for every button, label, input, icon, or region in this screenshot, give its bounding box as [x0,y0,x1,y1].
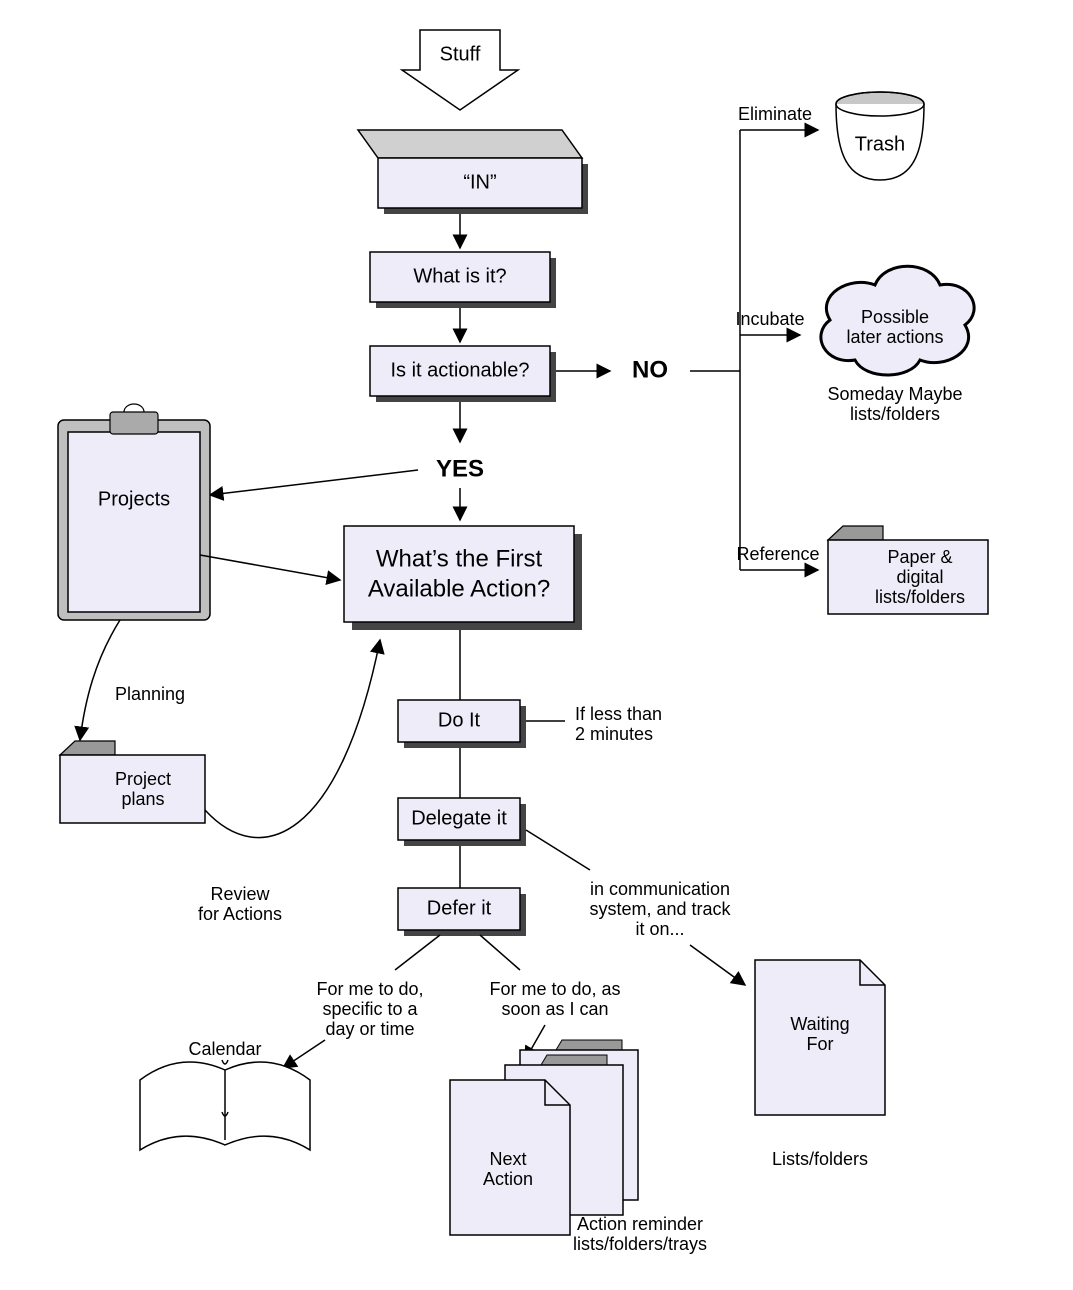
label-comm-l1: in communication [590,879,730,899]
node-first-action: What’s the First Available Action? [344,526,582,630]
label-someday-l2: lists/folders [850,404,940,424]
line-defer-right [480,935,520,970]
label-planning: Planning [115,684,185,704]
label-incubate: Incubate [735,309,804,329]
label-forme-asap-l1: For me to do, as [489,979,620,999]
arrow-yes-projects [210,470,418,495]
node-defer: Defer it [398,888,526,936]
label-review-l2: for Actions [198,904,282,924]
label-yes: YES [436,455,484,482]
label-no: NO [632,356,668,383]
node-do-it: Do It [398,700,526,748]
label-comm-l2: system, and track [589,899,731,919]
node-trash: Trash [836,92,924,180]
label-less2-l2: 2 minutes [575,724,653,744]
label-possible-l1: Possible [861,307,929,327]
label-paper-l3: lists/folders [875,587,965,607]
arrow-to-calendar [283,1040,325,1068]
label-forme-day-l1: For me to do, [316,979,423,999]
label-projects: Projects [98,488,170,510]
label-paper-l1: Paper & [887,547,952,567]
label-lists-folders: Lists/folders [772,1149,868,1169]
label-next-l2: Action [483,1169,533,1189]
arrow-review [205,640,380,838]
label-paper-l2: digital [896,567,943,587]
node-in: “IN” [358,130,588,214]
arrow-projects-first [200,555,340,580]
node-what-is-it: What is it? [370,252,556,308]
label-next-l1: Next [489,1149,526,1169]
label-waiting-l2: For [807,1034,834,1054]
label-plans-l1: Project [115,769,171,789]
label-waiting-l1: Waiting [790,1014,849,1034]
label-reminder-l1: Action reminder [577,1214,703,1234]
line-delegate-comm [526,830,590,870]
label-someday-l1: Someday Maybe [827,384,962,404]
label-in: “IN” [463,171,496,193]
label-reference: Reference [736,544,819,564]
label-defer: Defer it [427,897,492,919]
label-review-l1: Review [210,884,270,904]
label-eliminate: Eliminate [738,104,812,124]
node-next-action: Next Action [450,1040,638,1235]
node-waiting-for: Waiting For [755,960,885,1115]
label-first-l1: What’s the First [376,545,543,572]
arrow-comm-waiting [690,945,745,985]
label-calendar: Calendar [188,1039,261,1059]
label-comm-l3: it on... [635,919,684,939]
label-possible-l2: later actions [846,327,943,347]
label-stuff: Stuff [440,43,481,65]
label-delegate: Delegate it [411,807,507,829]
label-trash: Trash [855,133,905,155]
label-reminder-l2: lists/folders/trays [573,1234,707,1254]
line-defer-left [395,935,440,970]
node-delegate: Delegate it [398,798,526,846]
label-forme-asap-l2: soon as I can [501,999,608,1019]
label-forme-day-l2: specific to a [322,999,418,1019]
node-reference-folder: Paper & digital lists/folders [828,526,988,614]
label-do-it: Do It [438,709,481,731]
node-actionable: Is it actionable? [370,346,556,402]
node-possible-later: Possible later actions [821,266,974,375]
label-less2-l1: If less than [575,704,662,724]
node-project-plans: Project plans [60,741,205,823]
label-plans-l2: plans [121,789,164,809]
label-what-is-it: What is it? [413,265,506,287]
gtd-flowchart: Stuff “IN” What is it? Is it actionable?… [0,0,1073,1290]
label-first-l2: Available Action? [368,575,550,602]
label-forme-day-l3: day or time [325,1019,414,1039]
node-calendar: Calendar [140,1039,310,1150]
label-actionable: Is it actionable? [391,359,530,381]
node-stuff: Stuff [402,30,518,110]
node-projects: Projects [58,404,210,620]
arrow-projects-plans [80,620,120,740]
